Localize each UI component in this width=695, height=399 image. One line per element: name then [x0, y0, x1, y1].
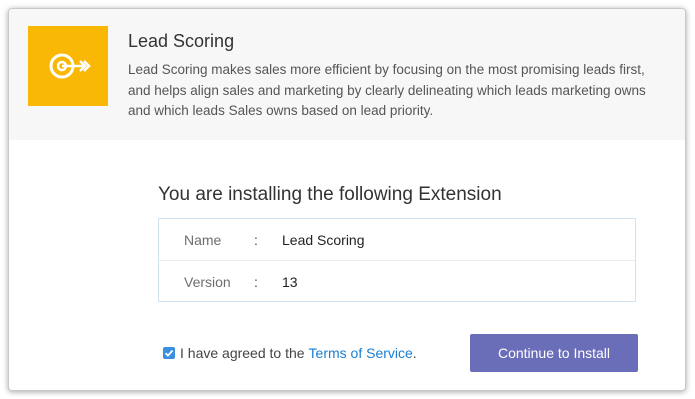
info-row-version: Version : 13 [159, 261, 635, 303]
terms-checkbox[interactable] [163, 347, 175, 359]
agreement-suffix: . [412, 345, 417, 361]
info-colon: : [254, 232, 258, 248]
agreement-text: I have agreed to the [180, 345, 305, 361]
info-value-version: 13 [282, 274, 298, 290]
terms-of-service-link[interactable]: Terms of Service [309, 345, 413, 361]
install-heading: You are installing the following Extensi… [158, 184, 502, 205]
extension-logo [28, 26, 108, 106]
extension-title: Lead Scoring [128, 31, 235, 51]
checkmark-icon [164, 349, 174, 357]
extension-info-table: Name : Lead Scoring Version : 13 [158, 218, 636, 302]
info-row-name: Name : Lead Scoring [159, 219, 635, 261]
install-extension-dialog: Lead Scoring Lead Scoring makes sales mo… [8, 8, 686, 391]
extension-description: Lead Scoring makes sales more efficient … [128, 62, 646, 118]
extension-header: Lead Scoring Lead Scoring makes sales mo… [9, 9, 685, 140]
info-colon: : [254, 274, 258, 290]
info-value-name: Lead Scoring [282, 232, 365, 248]
info-key: Version [184, 274, 231, 290]
info-key: Name [184, 232, 222, 248]
target-dart-icon [49, 53, 91, 79]
terms-agreement: I have agreed to the Terms of Service . [163, 345, 417, 361]
continue-to-install-button[interactable]: Continue to Install [470, 334, 638, 372]
